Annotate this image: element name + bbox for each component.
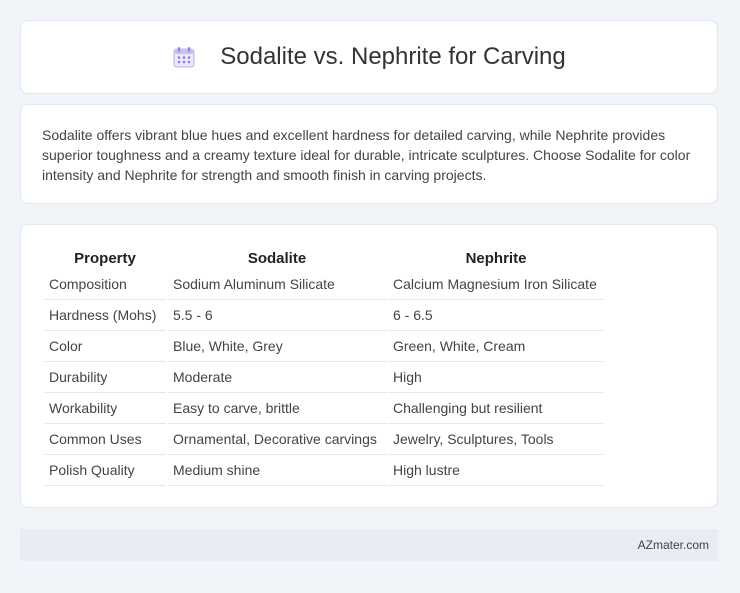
table-row: Color Blue, White, Grey Green, White, Cr…	[44, 331, 604, 362]
cell-property: Workability	[44, 393, 166, 424]
table-row: Polish Quality Medium shine High lustre	[44, 455, 604, 486]
table-row: Hardness (Mohs) 5.5 - 6 6 - 6.5	[44, 300, 604, 331]
table-row: Durability Moderate High	[44, 362, 604, 393]
cell-property: Color	[44, 331, 166, 362]
header-property: Property	[74, 249, 136, 267]
cell-nephrite: High	[388, 362, 604, 393]
cell-property: Durability	[44, 362, 166, 393]
cell-nephrite: Green, White, Cream	[388, 331, 604, 362]
calendar-icon	[172, 45, 196, 69]
cell-nephrite: 6 - 6.5	[388, 300, 604, 331]
title-card: Sodalite vs. Nephrite for Carving	[20, 20, 718, 94]
footer-brand: AZmater.com	[637, 538, 709, 552]
cell-sodalite: Ornamental, Decorative carvings	[168, 424, 386, 455]
comparison-card: Property Sodalite Nephrite Composition S…	[20, 224, 718, 508]
cell-sodalite: 5.5 - 6	[168, 300, 386, 331]
cell-nephrite: Calcium Magnesium Iron Silicate	[388, 269, 604, 300]
comparison-table: Property Sodalite Nephrite Composition S…	[42, 247, 606, 486]
cell-property: Hardness (Mohs)	[44, 300, 166, 331]
cell-sodalite: Medium shine	[168, 455, 386, 486]
cell-sodalite: Blue, White, Grey	[168, 331, 386, 362]
cell-nephrite: High lustre	[388, 455, 604, 486]
cell-property: Common Uses	[44, 424, 166, 455]
cell-sodalite: Easy to carve, brittle	[168, 393, 386, 424]
table-row: Common Uses Ornamental, Decorative carvi…	[44, 424, 604, 455]
summary-card: Sodalite offers vibrant blue hues and ex…	[20, 104, 718, 204]
header-sodalite: Sodalite	[247, 249, 307, 267]
cell-nephrite: Challenging but resilient	[388, 393, 604, 424]
cell-property: Composition	[44, 269, 166, 300]
cell-nephrite: Jewelry, Sculptures, Tools	[388, 424, 604, 455]
cell-sodalite: Moderate	[168, 362, 386, 393]
cell-property: Polish Quality	[44, 455, 166, 486]
cell-sodalite: Sodium Aluminum Silicate	[168, 269, 386, 300]
footer: AZmater.com	[20, 529, 718, 561]
page-title: Sodalite vs. Nephrite for Carving	[220, 43, 566, 70]
table-row: Workability Easy to carve, brittle Chall…	[44, 393, 604, 424]
table-header-row: Property Sodalite Nephrite	[44, 247, 604, 269]
table-row: Composition Sodium Aluminum Silicate Cal…	[44, 269, 604, 300]
summary-text: Sodalite offers vibrant blue hues and ex…	[42, 127, 691, 183]
header-nephrite: Nephrite	[465, 249, 527, 267]
